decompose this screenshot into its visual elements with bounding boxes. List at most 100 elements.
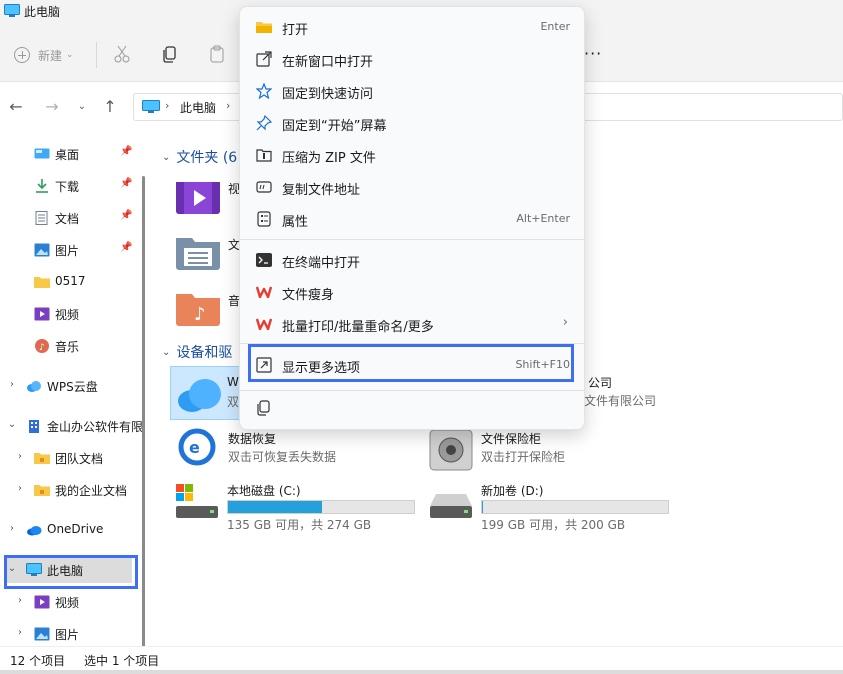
device-wps-cloud[interactable]: W 双	[170, 366, 250, 420]
enterprise-folder-icon	[34, 485, 50, 496]
sidebar-item-documents[interactable]: 文档 📌	[0, 204, 146, 232]
menu-item-properties[interactable]: 属性 Alt+Enter	[246, 204, 578, 234]
pin-icon: 📌	[120, 210, 133, 221]
drive-d[interactable]: 新加卷 (D:) 199 GB 可用，共 200 GB	[428, 482, 678, 532]
copy-icon	[257, 400, 270, 416]
menu-copy-button[interactable]	[246, 393, 286, 423]
drive-free-space: 135 GB 可用，共 274 GB	[227, 518, 372, 532]
sidebar-item-this-pc[interactable]: ⌄ 此电脑	[0, 556, 146, 584]
paste-icon[interactable]	[207, 44, 227, 64]
device-company[interactable]: 公司 文件有限公司	[584, 374, 708, 408]
device-name: W	[227, 375, 239, 389]
collapse-chevron-icon[interactable]: ⌄	[6, 419, 18, 431]
sidebar-item-label: 视频	[55, 596, 80, 610]
sidebar-item-wps-cloud[interactable]: › WPS云盘	[0, 372, 146, 400]
menu-item-copy-path[interactable]: 复制文件地址	[246, 172, 578, 202]
sidebar-item-label: 音乐	[55, 340, 80, 354]
group-header-devices[interactable]: ⌄ 设备和驱	[162, 342, 232, 362]
forward-arrow-icon[interactable]: →	[42, 97, 62, 117]
sidebar-item-music[interactable]: ♪ 音乐	[0, 332, 146, 360]
desktop-icon	[34, 148, 50, 159]
team-folder-icon	[34, 453, 50, 464]
expand-chevron-icon[interactable]: ›	[14, 595, 26, 607]
drive-c[interactable]: 本地磁盘 (C:) 135 GB 可用，共 274 GB	[174, 482, 424, 532]
drive-usage-bar	[227, 500, 415, 514]
menu-item-file-slimming[interactable]: 文件瘦身	[246, 277, 578, 307]
pictures-icon	[34, 627, 50, 641]
sidebar-item-label: OneDrive	[47, 522, 104, 536]
back-arrow-icon[interactable]: ←	[6, 97, 26, 117]
device-data-recovery[interactable]: e 数据恢复 双击可恢复丢失数据	[178, 428, 398, 468]
device-subtitle: 双击可恢复丢失数据	[228, 450, 337, 464]
sidebar-item-label: 视频	[55, 308, 80, 322]
sidebar-item-kingsoft-office[interactable]: ⌄ 金山办公软件有限	[0, 412, 146, 440]
menu-item-label: 复制文件地址	[282, 183, 361, 198]
status-bar: 12 个项目 选中 1 个项目	[0, 646, 843, 674]
this-pc-icon	[26, 563, 42, 576]
copy-icon[interactable]	[160, 44, 180, 64]
menu-item-open-new-window[interactable]: 在新窗口中打开	[246, 44, 578, 74]
expand-chevron-icon[interactable]: ›	[6, 379, 18, 391]
music-folder-icon[interactable]: ♪	[176, 290, 220, 326]
sidebar-item-pc-pictures[interactable]: › 图片	[0, 620, 146, 648]
selected-count: 选中 1 个项目	[84, 654, 160, 668]
navigation-pane: 桌面 📌 下载 📌 文档 📌 图片 📌 0517 视频 ♪ 音乐 › WPS云盘…	[0, 134, 150, 648]
sidebar-item-desktop[interactable]: 桌面 📌	[0, 140, 146, 168]
breadcrumb-this-pc[interactable]: 此电脑	[180, 99, 216, 116]
this-pc-icon	[142, 100, 160, 113]
sidebar-item-pictures[interactable]: 图片 📌	[0, 236, 146, 264]
hard-drive-icon	[176, 484, 218, 518]
menu-item-shortcut: Alt+Enter	[516, 212, 570, 225]
videos-folder-icon[interactable]	[176, 178, 220, 214]
device-subtitle: 文件有限公司	[584, 394, 657, 408]
drive-usage-bar	[481, 500, 669, 514]
new-button[interactable]: 新建 ⌄	[14, 44, 74, 66]
menu-item-label: 压缩为 ZIP 文件	[282, 151, 376, 166]
data-recovery-icon: e	[178, 428, 216, 466]
expand-chevron-icon[interactable]: ›	[14, 451, 26, 463]
cut-icon[interactable]	[112, 44, 132, 64]
sidebar-item-folder-0517[interactable]: 0517	[0, 268, 146, 296]
menu-item-open[interactable]: 打开 Enter	[246, 12, 578, 42]
new-button-label: 新建	[38, 48, 63, 63]
expand-chevron-icon[interactable]: ›	[14, 627, 26, 639]
up-arrow-icon[interactable]: ↑	[100, 97, 120, 117]
menu-item-compress-zip[interactable]: 压缩为 ZIP 文件	[246, 140, 578, 170]
menu-item-pin-start[interactable]: 固定到“开始”屏幕	[246, 108, 578, 138]
documents-folder-icon[interactable]	[176, 234, 220, 270]
breadcrumb-chevron-icon[interactable]: ›	[165, 99, 169, 112]
expand-chevron-icon[interactable]: ›	[14, 483, 26, 495]
expand-chevron-icon[interactable]: ›	[6, 523, 18, 535]
device-file-vault[interactable]: 文件保险柜 双击打开保险柜	[428, 428, 648, 472]
sidebar-item-onedrive[interactable]: › OneDrive	[0, 516, 146, 544]
collapse-chevron-icon[interactable]: ⌄	[6, 563, 18, 575]
sidebar-item-downloads[interactable]: 下载 📌	[0, 172, 146, 200]
recent-locations-chevron-icon[interactable]: ⌄	[72, 97, 92, 117]
submenu-chevron-icon: ›	[562, 315, 568, 330]
sidebar-item-label: 我的企业文档	[55, 484, 128, 498]
menu-item-pin-quick-access[interactable]: 固定到快速访问	[246, 76, 578, 106]
window-title: 此电脑	[24, 5, 61, 19]
menu-item-label: 打开	[282, 23, 309, 38]
terminal-icon	[256, 253, 272, 267]
breadcrumb-chevron-icon[interactable]: ›	[226, 99, 230, 112]
sidebar-item-enterprise-docs[interactable]: › 我的企业文档	[0, 476, 146, 504]
wps-logo-icon	[256, 318, 272, 331]
more-options-button[interactable]: ···	[584, 44, 602, 63]
sidebar-item-team-docs[interactable]: › 团队文档	[0, 444, 146, 472]
document-icon	[35, 211, 48, 225]
menu-item-batch-tools[interactable]: 批量打印/批量重命名/更多 ›	[246, 309, 578, 339]
group-header-label: 文件夹 (6	[176, 150, 238, 166]
zip-folder-icon	[256, 149, 272, 162]
drive-free-space: 199 GB 可用，共 200 GB	[481, 518, 626, 532]
sidebar-item-pc-videos[interactable]: › 视频	[0, 588, 146, 616]
this-pc-icon	[4, 4, 20, 17]
group-header-folders[interactable]: ⌄ 文件夹 (6	[162, 147, 237, 167]
sidebar-item-videos[interactable]: 视频	[0, 300, 146, 328]
device-name: 公司	[588, 376, 613, 390]
menu-divider	[240, 239, 584, 240]
sidebar-item-label: 文档	[55, 212, 80, 226]
toolbar-divider	[96, 42, 97, 68]
menu-item-open-terminal[interactable]: 在终端中打开	[246, 245, 578, 275]
horizontal-scrollbar[interactable]	[0, 670, 843, 674]
